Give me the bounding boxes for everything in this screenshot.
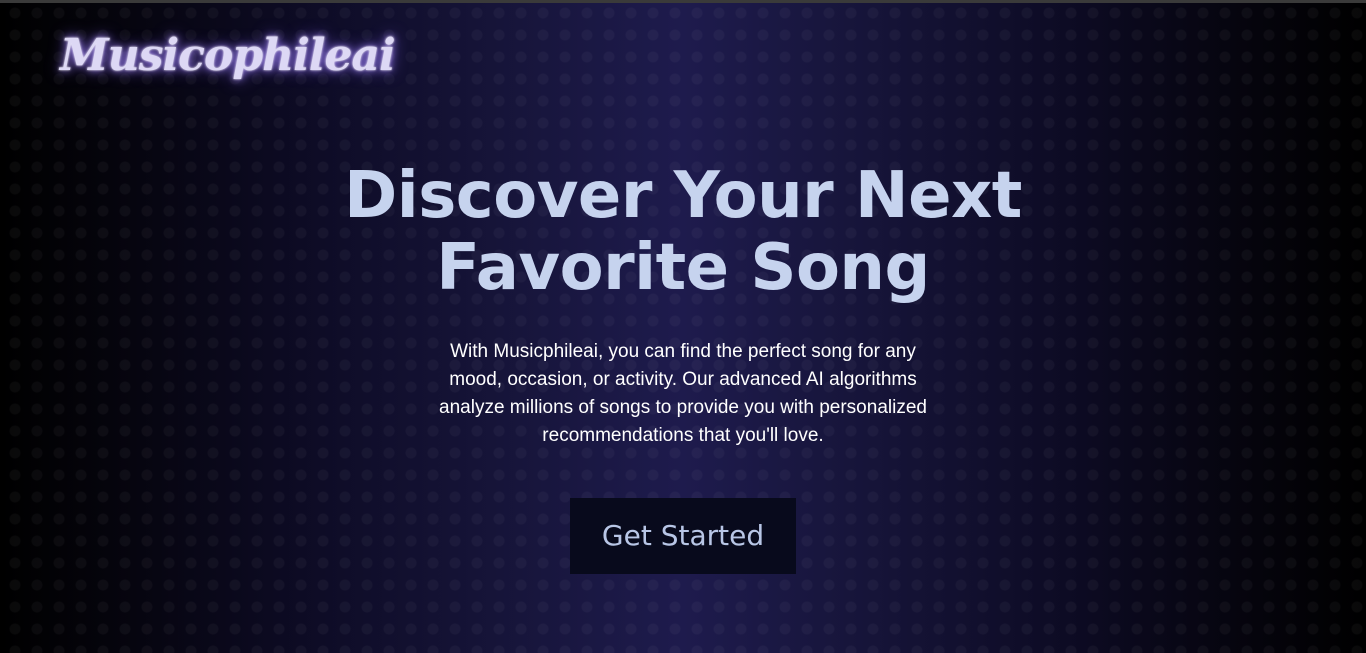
hero-headline: Discover Your Next Favorite Song [303, 160, 1063, 304]
window-top-border [0, 0, 1366, 3]
hero-section: Discover Your Next Favorite Song With Mu… [0, 160, 1366, 574]
hero-headline-line-1: Discover Your Next [344, 159, 1022, 233]
get-started-button[interactable]: Get Started [570, 498, 796, 574]
brand-logo[interactable]: Musicophileai [60, 28, 396, 84]
landing-page: Musicophileai Discover Your Next Favorit… [0, 0, 1366, 653]
hero-description: With Musicphileai, you can find the perf… [439, 341, 927, 446]
hero-headline-line-2: Favorite Song [436, 231, 930, 305]
